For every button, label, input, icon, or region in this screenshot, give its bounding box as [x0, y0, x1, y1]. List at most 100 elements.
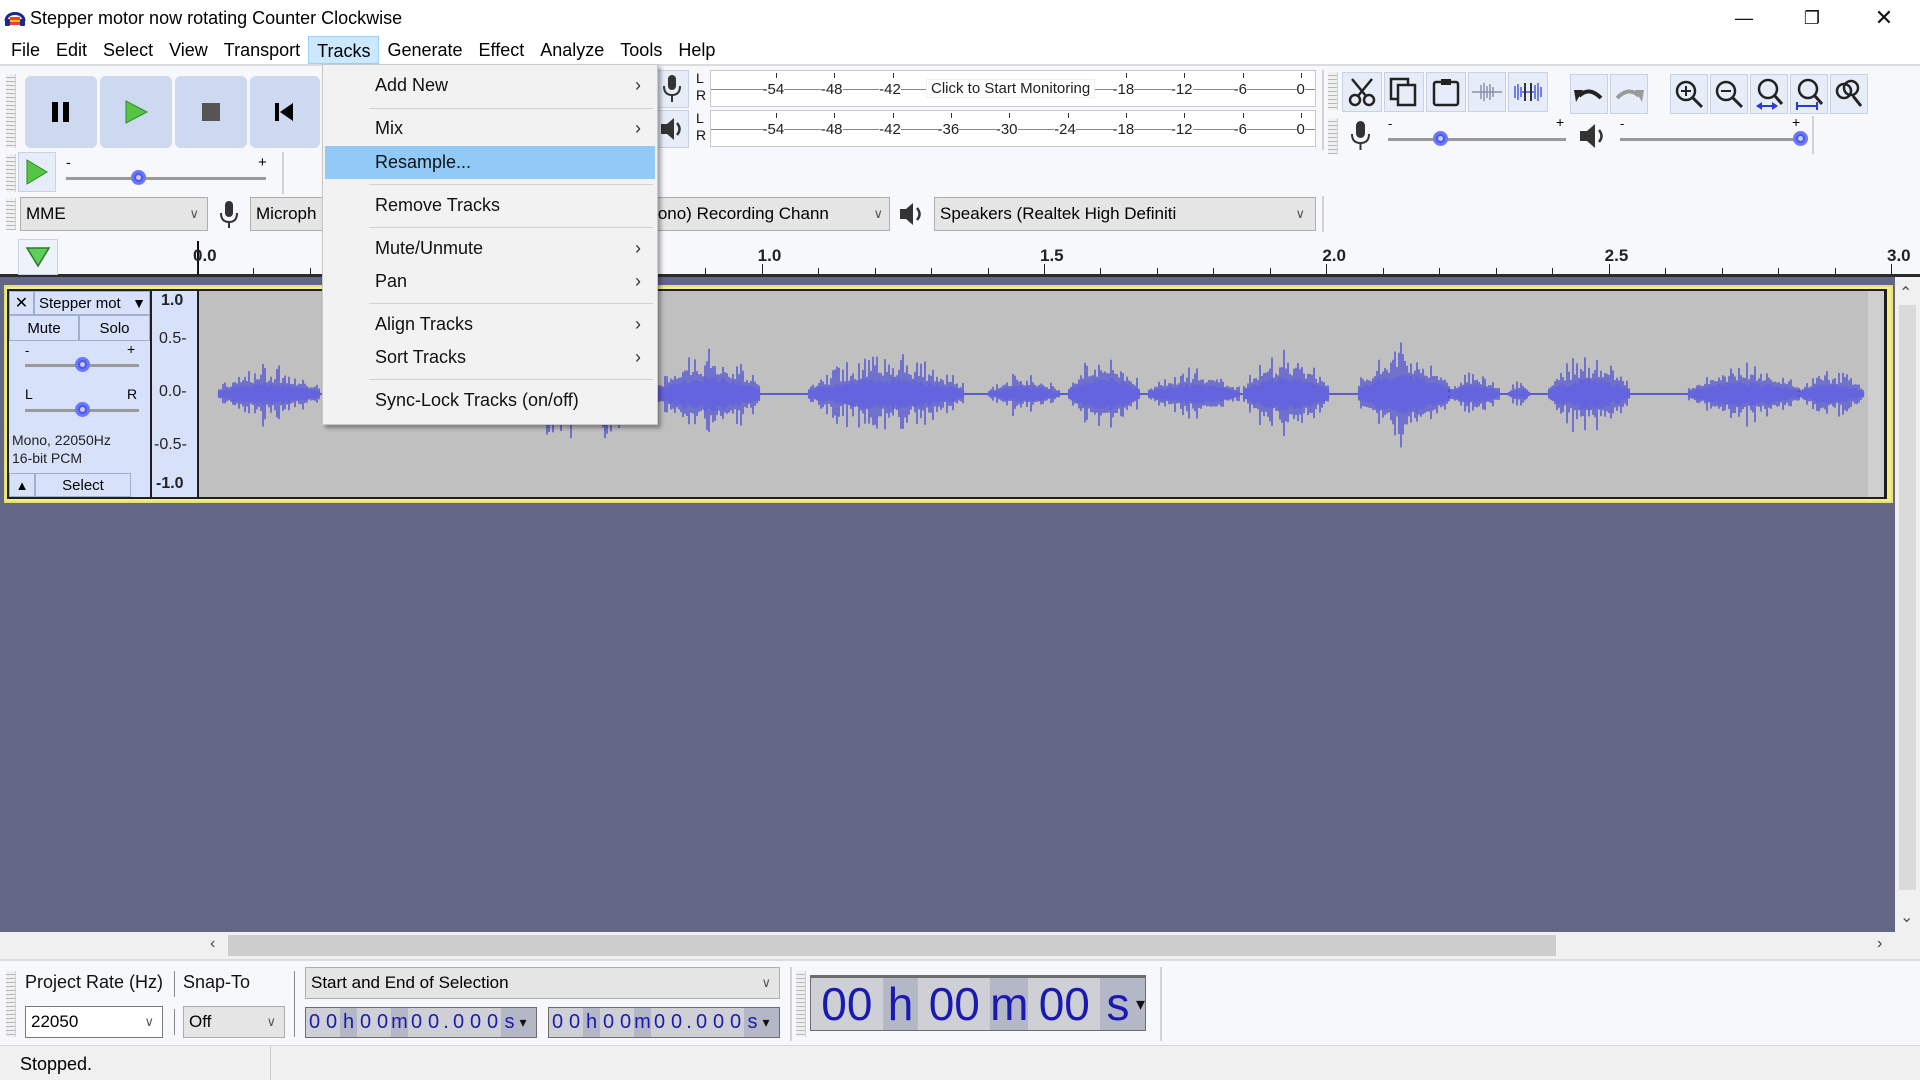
fit-project-button[interactable] [1790, 74, 1828, 114]
time-toolbar-grip[interactable] [796, 971, 806, 1037]
zoom-in-button[interactable] [1670, 74, 1708, 114]
menu-view[interactable]: View [161, 36, 216, 64]
pause-button[interactable] [25, 76, 97, 148]
menu-item-align-tracks[interactable]: Align Tracks › [325, 308, 655, 341]
time-digit[interactable]: 0 [651, 1008, 668, 1037]
project-rate-select[interactable]: 22050 ∨ [25, 1006, 163, 1038]
time-digit[interactable]: 0 [323, 1008, 340, 1037]
time-digit[interactable]: 00 [811, 978, 883, 1030]
playback-device-select[interactable]: Speakers (Realtek High Definiti ∨ [934, 197, 1316, 231]
playback-meter[interactable]: -54 -48 -42 -36 -30 -24 -18 -12 -6 0 [710, 110, 1316, 147]
menu-tracks[interactable]: Tracks [308, 36, 380, 64]
mixer-toolbar-grip[interactable] [1328, 118, 1338, 154]
time-digit[interactable]: . [685, 1008, 693, 1037]
time-digit[interactable]: 0 [710, 1008, 727, 1037]
menu-file[interactable]: File [3, 36, 48, 64]
collapse-track-button[interactable]: ▲ [9, 473, 35, 497]
time-digit[interactable]: 0 [549, 1008, 566, 1037]
audio-host-select[interactable]: MME ∨ [20, 197, 208, 231]
vertical-scroll-thumb[interactable] [1899, 305, 1916, 890]
redo-button[interactable] [1610, 74, 1648, 114]
fit-selection-button[interactable] [1750, 74, 1788, 114]
gain-slider-knob[interactable] [75, 357, 90, 372]
speed-slider-track[interactable] [66, 177, 266, 180]
play-at-speed-grip[interactable] [6, 154, 16, 192]
time-format-menu-icon[interactable]: ▾ [518, 1014, 528, 1031]
menu-item-sort-tracks[interactable]: Sort Tracks › [325, 341, 655, 374]
scroll-right-icon[interactable]: › [1877, 935, 1882, 953]
track-close-button[interactable]: ✕ [9, 291, 34, 315]
cut-button[interactable] [1342, 72, 1382, 112]
start-monitoring-button[interactable]: Click to Start Monitoring [926, 79, 1096, 98]
menu-item-pan[interactable]: Pan › [325, 265, 655, 298]
menu-item-remove-tracks[interactable]: Remove Tracks [325, 189, 655, 222]
scroll-down-icon[interactable]: ⌄ [1900, 907, 1913, 927]
timeline-ruler[interactable]: 0.0 1.0 1.5 2.0 2.5 3.0 [0, 235, 1920, 277]
play-at-speed-button[interactable] [18, 152, 56, 192]
zoom-out-button[interactable] [1710, 74, 1748, 114]
selection-end-time[interactable]: 0 0 h 0 0 m 0 0. 0 0 0 s ▾ [548, 1007, 780, 1038]
menu-analyze[interactable]: Analyze [532, 36, 612, 64]
time-digit[interactable]: 0 [693, 1008, 710, 1037]
selection-toolbar-grip[interactable] [6, 971, 16, 1037]
restore-button[interactable]: ❐ [1778, 0, 1846, 36]
undo-button[interactable] [1570, 74, 1608, 114]
horizontal-scroll-thumb[interactable] [228, 935, 1556, 956]
time-digit[interactable]: 0 [357, 1008, 374, 1037]
menu-transport[interactable]: Transport [216, 36, 308, 64]
time-digit[interactable]: 0 [467, 1008, 484, 1037]
audio-position-display[interactable]: 00 h 00 m 00 s ▾ [810, 975, 1146, 1031]
transport-toolbar-grip[interactable] [6, 74, 16, 148]
play-button[interactable] [100, 76, 172, 148]
pan-slider-knob[interactable] [75, 402, 90, 417]
playback-meter-button[interactable] [655, 110, 689, 148]
menu-generate[interactable]: Generate [379, 36, 470, 64]
minimize-button[interactable]: — [1710, 0, 1778, 36]
record-volume-knob[interactable] [1432, 131, 1448, 146]
time-digit[interactable]: 0 [425, 1008, 442, 1037]
record-meter[interactable]: -54 -48 -42 -18 -12 -6 0 Click to Start Monitor… [710, 70, 1316, 107]
horizontal-scrollbar[interactable]: ‹ › [0, 932, 1920, 959]
vertical-scrollbar[interactable]: ⌃ ⌄ [1895, 277, 1920, 932]
zoom-toggle-button[interactable] [1830, 74, 1868, 114]
timeline-options-button[interactable] [18, 239, 58, 275]
menu-edit[interactable]: Edit [48, 36, 95, 64]
time-digit[interactable]: 0 [600, 1008, 617, 1037]
time-digit[interactable]: . [442, 1008, 450, 1037]
skip-to-start-button[interactable] [250, 76, 320, 148]
record-meter-button[interactable] [655, 70, 689, 108]
recording-channels-select[interactable]: (Mono) Recording Chann ∨ [640, 197, 890, 231]
time-digit[interactable]: 0 [668, 1008, 685, 1037]
edit-toolbar-grip[interactable] [1328, 72, 1338, 110]
stop-button[interactable] [175, 76, 247, 148]
track-menu-button[interactable]: Stepper mot ▼ [34, 291, 150, 315]
menu-item-sync-lock-tracks-on-off[interactable]: Sync-Lock Tracks (on/off) [325, 384, 655, 417]
menu-tools[interactable]: Tools [612, 36, 670, 64]
silence-button[interactable] [1508, 72, 1548, 112]
playback-volume-slider[interactable] [1620, 138, 1800, 141]
menu-item-add-new[interactable]: Add New › [325, 69, 655, 102]
time-digit[interactable]: 0 [727, 1008, 744, 1037]
scroll-left-icon[interactable]: ‹ [210, 935, 215, 953]
menu-help[interactable]: Help [670, 36, 723, 64]
time-digit[interactable]: 0 [408, 1008, 425, 1037]
track-select-button[interactable]: Select [35, 473, 131, 497]
record-volume-slider[interactable] [1388, 138, 1566, 141]
time-digit[interactable]: 00 [918, 978, 991, 1030]
trim-button[interactable] [1468, 72, 1506, 112]
track-resize-edge[interactable] [1868, 291, 1884, 497]
time-digit[interactable]: 0 [617, 1008, 634, 1037]
time-digit[interactable]: 0 [306, 1008, 323, 1037]
copy-button[interactable] [1384, 72, 1424, 112]
scroll-up-icon[interactable]: ⌃ [1899, 283, 1912, 303]
selection-mode-select[interactable]: Start and End of Selection ∨ [305, 967, 780, 999]
speed-slider-knob[interactable] [131, 170, 146, 185]
time-digit[interactable]: 0 [484, 1008, 501, 1037]
playback-volume-knob[interactable] [1793, 131, 1808, 146]
time-digit[interactable]: 0 [450, 1008, 467, 1037]
time-format-menu-icon[interactable]: ▾ [761, 1014, 771, 1031]
time-digit[interactable]: 0 [566, 1008, 583, 1037]
menu-item-resample[interactable]: Resample... [325, 146, 655, 179]
menu-item-mix[interactable]: Mix › [325, 112, 655, 145]
menu-select[interactable]: Select [95, 36, 161, 64]
